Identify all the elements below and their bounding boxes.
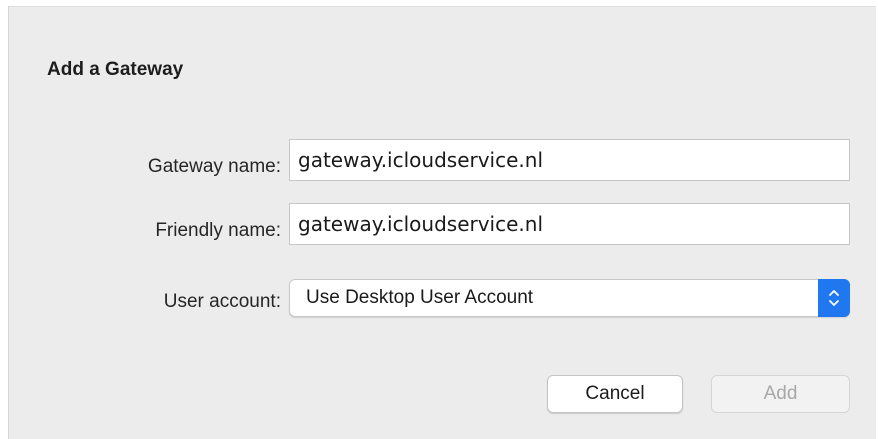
- user-account-label: User account:: [163, 291, 281, 312]
- up-down-chevron-icon: [818, 279, 850, 317]
- user-account-selected-value: Use Desktop User Account: [306, 287, 534, 308]
- gateway-name-label: Gateway name:: [147, 156, 281, 177]
- cancel-button[interactable]: Cancel: [547, 375, 683, 413]
- dialog-title: Add a Gateway: [47, 59, 184, 80]
- add-gateway-dialog: Add a Gateway Gateway name: gateway.iclo…: [8, 6, 876, 439]
- gateway-name-field[interactable]: gateway.icloudservice.nl: [289, 139, 850, 181]
- user-account-select[interactable]: Use Desktop User Account: [289, 279, 850, 317]
- friendly-name-field[interactable]: gateway.icloudservice.nl: [289, 203, 850, 245]
- add-button[interactable]: Add: [711, 375, 850, 413]
- friendly-name-label: Friendly name:: [155, 220, 281, 241]
